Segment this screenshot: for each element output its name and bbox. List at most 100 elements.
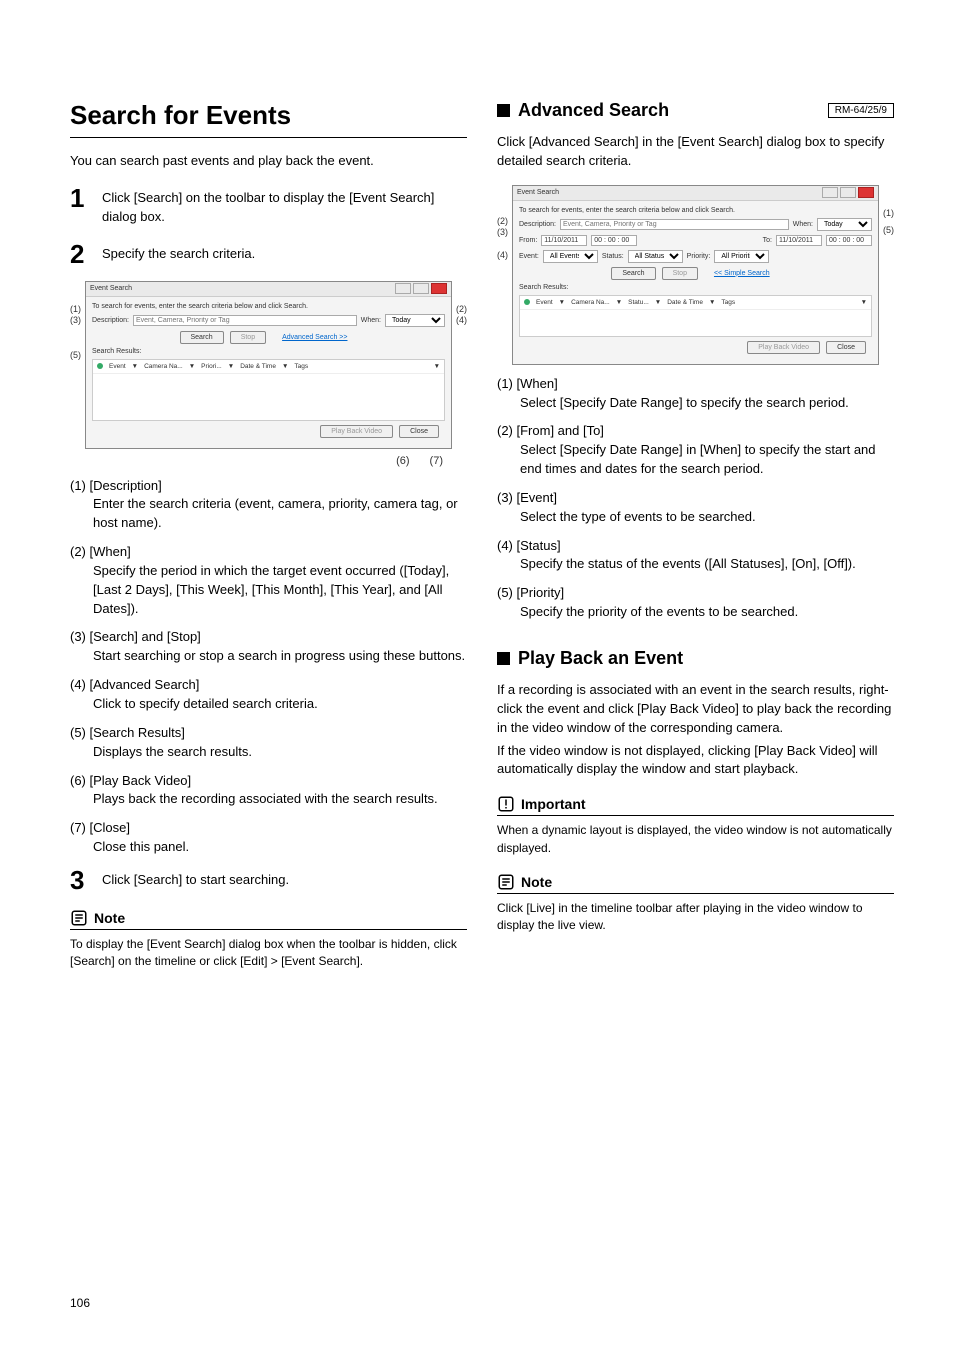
col-camera[interactable]: Camera Na... xyxy=(144,363,183,370)
note-icon-2 xyxy=(497,873,515,891)
col-tags[interactable]: Tags xyxy=(294,363,308,370)
window-buttons-2[interactable] xyxy=(822,187,874,198)
step-num-3: 3 xyxy=(70,867,92,893)
from-time[interactable]: 00 : 00 : 00 xyxy=(591,235,637,246)
item-3-desc: Start searching or stop a search in prog… xyxy=(93,647,467,666)
intro-text: You can search past events and play back… xyxy=(70,152,467,171)
to-label: To: xyxy=(763,237,772,244)
item-4-desc: Click to specify detailed search criteri… xyxy=(93,695,467,714)
ritem-4-label: (4) [Status] xyxy=(497,538,561,553)
when-label-2: When: xyxy=(793,221,813,228)
col-status-2[interactable]: Statu... xyxy=(628,299,649,306)
from-date[interactable]: 11/10/2011 xyxy=(541,235,587,246)
dialog-prompt: To search for events, enter the search c… xyxy=(92,303,445,310)
callout-7: (7) xyxy=(430,455,443,467)
from-label: From: xyxy=(519,237,537,244)
ritem-1-desc: Select [Specify Date Range] to specify t… xyxy=(520,394,894,413)
stop-button-2[interactable]: Stop xyxy=(662,267,698,280)
important-block: Important When a dynamic layout is displ… xyxy=(497,795,894,857)
results-label: Search Results: xyxy=(92,348,445,355)
col-tags-2[interactable]: Tags xyxy=(721,299,735,306)
col-event-2[interactable]: Event xyxy=(536,299,553,306)
priority-label: Priority: xyxy=(687,253,711,260)
item-4-label: (4) [Advanced Search] xyxy=(70,677,199,692)
item-7-label: (7) [Close] xyxy=(70,820,130,835)
item-6-desc: Plays back the recording associated with… xyxy=(93,790,467,809)
window-buttons[interactable] xyxy=(395,283,447,294)
results-area-2: Event▼ Camera Na...▼ Statu...▼ Date & Ti… xyxy=(519,295,872,337)
callout-4: (4) xyxy=(456,316,467,325)
priority-select[interactable]: All Priorities xyxy=(714,250,769,263)
item-5-desc: Displays the search results. xyxy=(93,743,467,762)
step-num-1: 1 xyxy=(70,185,92,211)
result-indicator-icon xyxy=(97,363,103,369)
when-select-2[interactable]: Today xyxy=(817,218,872,231)
status-select[interactable]: All Statuses xyxy=(628,250,683,263)
search-button[interactable]: Search xyxy=(180,331,224,344)
close-button[interactable]: Close xyxy=(399,425,439,438)
play-back-video-button-2[interactable]: Play Back Video xyxy=(747,341,820,354)
playback-heading: Play Back an Event xyxy=(497,648,894,669)
step-text-1: Click [Search] on the toolbar to display… xyxy=(102,185,467,227)
search-button-2[interactable]: Search xyxy=(611,267,655,280)
event-select[interactable]: All Events xyxy=(543,250,598,263)
play-back-video-button[interactable]: Play Back Video xyxy=(320,425,393,438)
col-event[interactable]: Event xyxy=(109,363,126,370)
callout-1: (1) xyxy=(70,305,81,314)
description-input-2[interactable] xyxy=(560,219,789,230)
description-input[interactable] xyxy=(133,315,357,326)
ritem-4-desc: Specify the status of the events ([All S… xyxy=(520,555,894,574)
model-tag: RM-64/25/9 xyxy=(828,103,894,118)
when-label: When: xyxy=(361,317,381,324)
playback-text-2: If the video window is not displayed, cl… xyxy=(497,742,894,780)
ritem-5-desc: Specify the priority of the events to be… xyxy=(520,603,894,622)
note-text-2: Click [Live] in the timeline toolbar aft… xyxy=(497,900,894,935)
result-indicator-icon-2 xyxy=(524,299,530,305)
advanced-intro: Click [Advanced Search] in the [Event Se… xyxy=(497,133,894,171)
to-date[interactable]: 11/10/2011 xyxy=(776,235,822,246)
advanced-search-title: Advanced Search xyxy=(518,100,669,121)
col-date-2[interactable]: Date & Time xyxy=(667,299,703,306)
col-camera-2[interactable]: Camera Na... xyxy=(571,299,610,306)
dialog-title-2: Event Search xyxy=(517,189,559,196)
step-text-3: Click [Search] to start searching. xyxy=(102,867,289,890)
advanced-search-heading: Advanced Search RM-64/25/9 xyxy=(497,100,894,121)
ritem-3-desc: Select the type of events to be searched… xyxy=(520,508,894,527)
important-icon xyxy=(497,795,515,813)
page-number: 106 xyxy=(70,1296,90,1310)
col-date[interactable]: Date & Time xyxy=(240,363,276,370)
item-1-desc: Enter the search criteria (event, camera… xyxy=(93,495,467,533)
square-bullet-icon-2 xyxy=(497,652,510,665)
callout-r5: (5) xyxy=(883,226,894,235)
ritem-2-desc: Select [Specify Date Range] in [When] to… xyxy=(520,441,894,479)
callout-r4: (4) xyxy=(497,251,508,260)
callout-r3: (3) xyxy=(497,228,508,237)
stop-button[interactable]: Stop xyxy=(230,331,266,344)
note-icon xyxy=(70,909,88,927)
when-select[interactable]: Today xyxy=(385,314,445,327)
item-3-label: (3) [Search] and [Stop] xyxy=(70,629,201,644)
item-1-label: (1) [Description] xyxy=(70,478,162,493)
simple-search-link[interactable]: << Simple Search xyxy=(704,268,780,279)
playback-text-1: If a recording is associated with an eve… xyxy=(497,681,894,738)
item-5-label: (5) [Search Results] xyxy=(70,725,185,740)
to-time[interactable]: 00 : 00 : 00 xyxy=(826,235,872,246)
note-heading: Note xyxy=(94,910,125,926)
ritem-2-label: (2) [From] and [To] xyxy=(497,423,604,438)
callout-r2: (2) xyxy=(497,217,508,226)
item-6-label: (6) [Play Back Video] xyxy=(70,773,191,788)
step-num-2: 2 xyxy=(70,241,92,267)
playback-title: Play Back an Event xyxy=(518,648,683,669)
advanced-search-link[interactable]: Advanced Search >> xyxy=(272,332,357,343)
close-button-2[interactable]: Close xyxy=(826,341,866,354)
item-7-desc: Close this panel. xyxy=(93,838,467,857)
note-block: Note To display the [Event Search] dialo… xyxy=(70,909,467,971)
callout-5: (5) xyxy=(70,351,81,360)
screenshot-advanced-search: (2) (3) (4) Event Search To search for e… xyxy=(497,185,894,365)
item-2-label: (2) [When] xyxy=(70,544,131,559)
results-label-2: Search Results: xyxy=(519,284,872,291)
ritem-1-label: (1) [When] xyxy=(497,376,558,391)
important-heading: Important xyxy=(521,796,586,812)
col-priority[interactable]: Priori... xyxy=(201,363,222,370)
callout-2: (2) xyxy=(456,305,467,314)
